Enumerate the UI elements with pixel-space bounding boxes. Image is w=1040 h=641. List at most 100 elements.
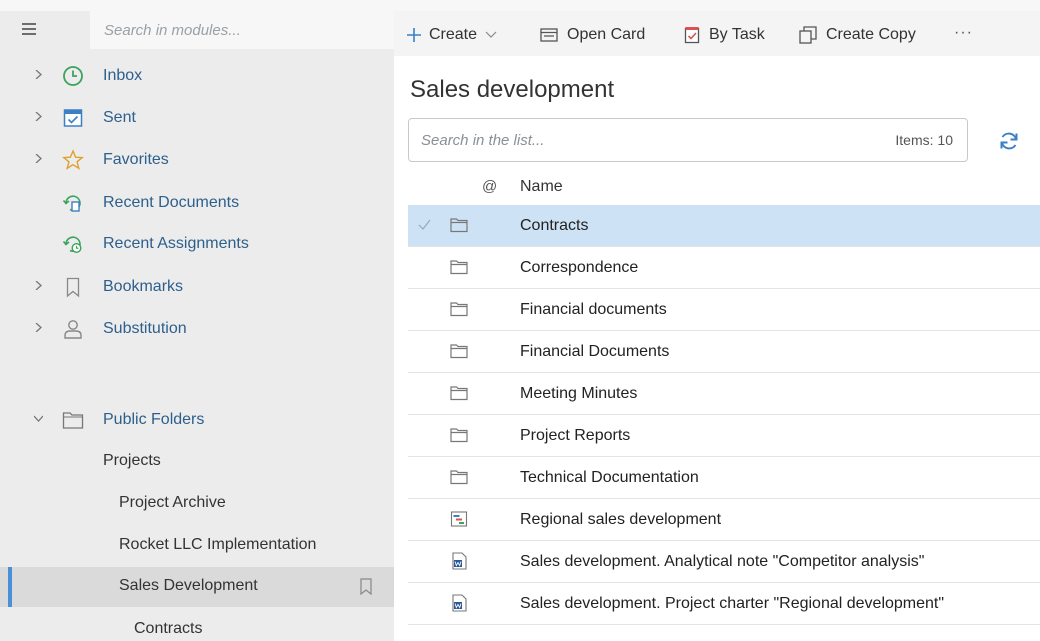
copy-icon [799,26,817,44]
recent-assignments-icon [62,236,82,254]
chevron-right-icon[interactable] [34,112,43,121]
nav-item-label: Recent Assignments [103,235,249,252]
row-name: Financial Documents [520,343,670,360]
chevron-down-icon [485,31,497,38]
nav-item-bookmarks[interactable]: Bookmarks [0,268,394,308]
card-icon [540,28,558,42]
word-document-icon [452,552,467,570]
chevron-right-icon[interactable] [34,281,43,290]
tree-item-label: Rocket LLC Implementation [119,536,317,553]
chevron-right-icon[interactable] [34,70,43,79]
tree-item-sales-development[interactable]: Sales Development [0,567,394,607]
nav-item-public-folders[interactable]: Public Folders [0,401,394,441]
document-list: Contracts Correspondence Financial docum… [408,205,1040,625]
nav-item-label: Inbox [103,67,143,84]
star-icon [62,149,84,170]
column-name[interactable]: Name [520,178,563,196]
folder-icon [450,470,468,485]
check-icon [418,219,431,230]
folder-icon [450,218,468,233]
tree-item-contracts[interactable]: Contracts [0,610,394,641]
nav-item-label: Substitution [103,320,187,337]
table-row[interactable]: Technical Documentation [408,457,1040,499]
tree-item-project-archive[interactable]: Project Archive [0,484,394,524]
row-name: Contracts [520,217,589,234]
tree-item-label: Sales Development [119,577,258,594]
table-row[interactable]: Regional sales development [408,499,1040,541]
main-panel: Create Open Card By Task Create Copy ···… [394,0,1040,641]
chevron-right-icon[interactable] [34,323,43,332]
row-name: Meeting Minutes [520,385,638,402]
table-row[interactable]: Project Reports [408,415,1040,457]
tree-item-label: Project Archive [119,494,226,511]
toolbar: Create Open Card By Task Create Copy ··· [394,0,1040,56]
table-row[interactable]: Sales development. Analytical note "Comp… [408,541,1040,583]
more-actions-button[interactable]: ··· [954,21,973,45]
table-row[interactable]: Contracts [408,205,1040,247]
open-card-button[interactable]: Open Card [540,23,645,47]
nav-item-label: Recent Documents [103,194,240,211]
clock-icon [63,66,83,86]
tree-item-label: Contracts [134,620,203,637]
list-search-box: Items: 10 [408,118,968,162]
nav-item-label: Bookmarks [103,278,184,295]
nav-item-substitution[interactable]: Substitution [0,310,394,350]
create-copy-button[interactable]: Create Copy [799,23,916,47]
gantt-icon [450,511,468,527]
row-name: Regional sales development [520,511,722,528]
calendar-check-icon [63,109,83,127]
column-at[interactable]: @ [482,178,497,195]
nav-item-recent-assignments[interactable]: Recent Assignments [0,225,394,265]
row-name: Technical Documentation [520,469,699,486]
page-title: Sales development [410,76,615,103]
create-button[interactable]: Create [406,23,497,47]
folder-icon [450,260,468,275]
tree-item-rocket-llc-implementation[interactable]: Rocket LLC Implementation [0,526,394,566]
word-document-icon [452,594,467,612]
nav-item-label: Sent [103,109,136,126]
hamburger-menu-icon[interactable] [22,23,36,35]
nav-item-favorites[interactable]: Favorites [0,141,394,181]
nav-item-sent[interactable]: Sent [0,99,394,139]
recent-documents-icon [62,195,81,212]
list-search-input[interactable] [409,119,849,161]
person-icon [64,320,82,339]
folder-icon [450,344,468,359]
table-row[interactable]: Meeting Minutes [408,373,1040,415]
tree-item-projects[interactable]: Projects [0,442,394,482]
task-check-icon [684,27,700,44]
chevron-down-icon[interactable] [34,414,43,423]
row-name: Project Reports [520,427,631,444]
navigation-sidebar: Inbox Sent Favorites Recent Documents [0,0,394,641]
column-header: @ Name [408,172,1040,204]
folder-icon [62,412,84,429]
table-row[interactable]: Correspondence [408,247,1040,289]
items-count: Items: 10 [895,132,953,148]
folder-icon [450,302,468,317]
folder-icon [450,428,468,443]
table-row[interactable]: Sales development. Project charter "Regi… [408,583,1040,625]
sidebar-search-row [0,11,394,57]
table-row[interactable]: Financial Documents [408,331,1040,373]
row-name: Sales development. Analytical note "Comp… [520,553,925,570]
create-label: Create [429,26,478,43]
row-name: Sales development. Project charter "Regi… [520,595,945,612]
chevron-right-icon[interactable] [34,154,43,163]
bookmark-icon[interactable] [360,578,372,595]
module-search-input[interactable] [90,11,394,49]
nav-item-label: Public Folders [103,411,205,428]
plus-icon [407,28,421,42]
bookmark-icon [66,277,80,298]
tree-item-label: Projects [103,452,161,469]
refresh-icon[interactable] [998,130,1020,152]
nav-item-recent-documents[interactable]: Recent Documents [0,184,394,224]
folder-icon [450,386,468,401]
open-card-label: Open Card [567,26,646,43]
nav-item-label: Favorites [103,151,169,168]
by-task-label: By Task [709,26,765,43]
by-task-button[interactable]: By Task [684,23,765,47]
create-copy-label: Create Copy [826,26,916,43]
sidebar-top-strip [0,0,394,11]
nav-item-inbox[interactable]: Inbox [0,57,394,97]
table-row[interactable]: Financial documents [408,289,1040,331]
